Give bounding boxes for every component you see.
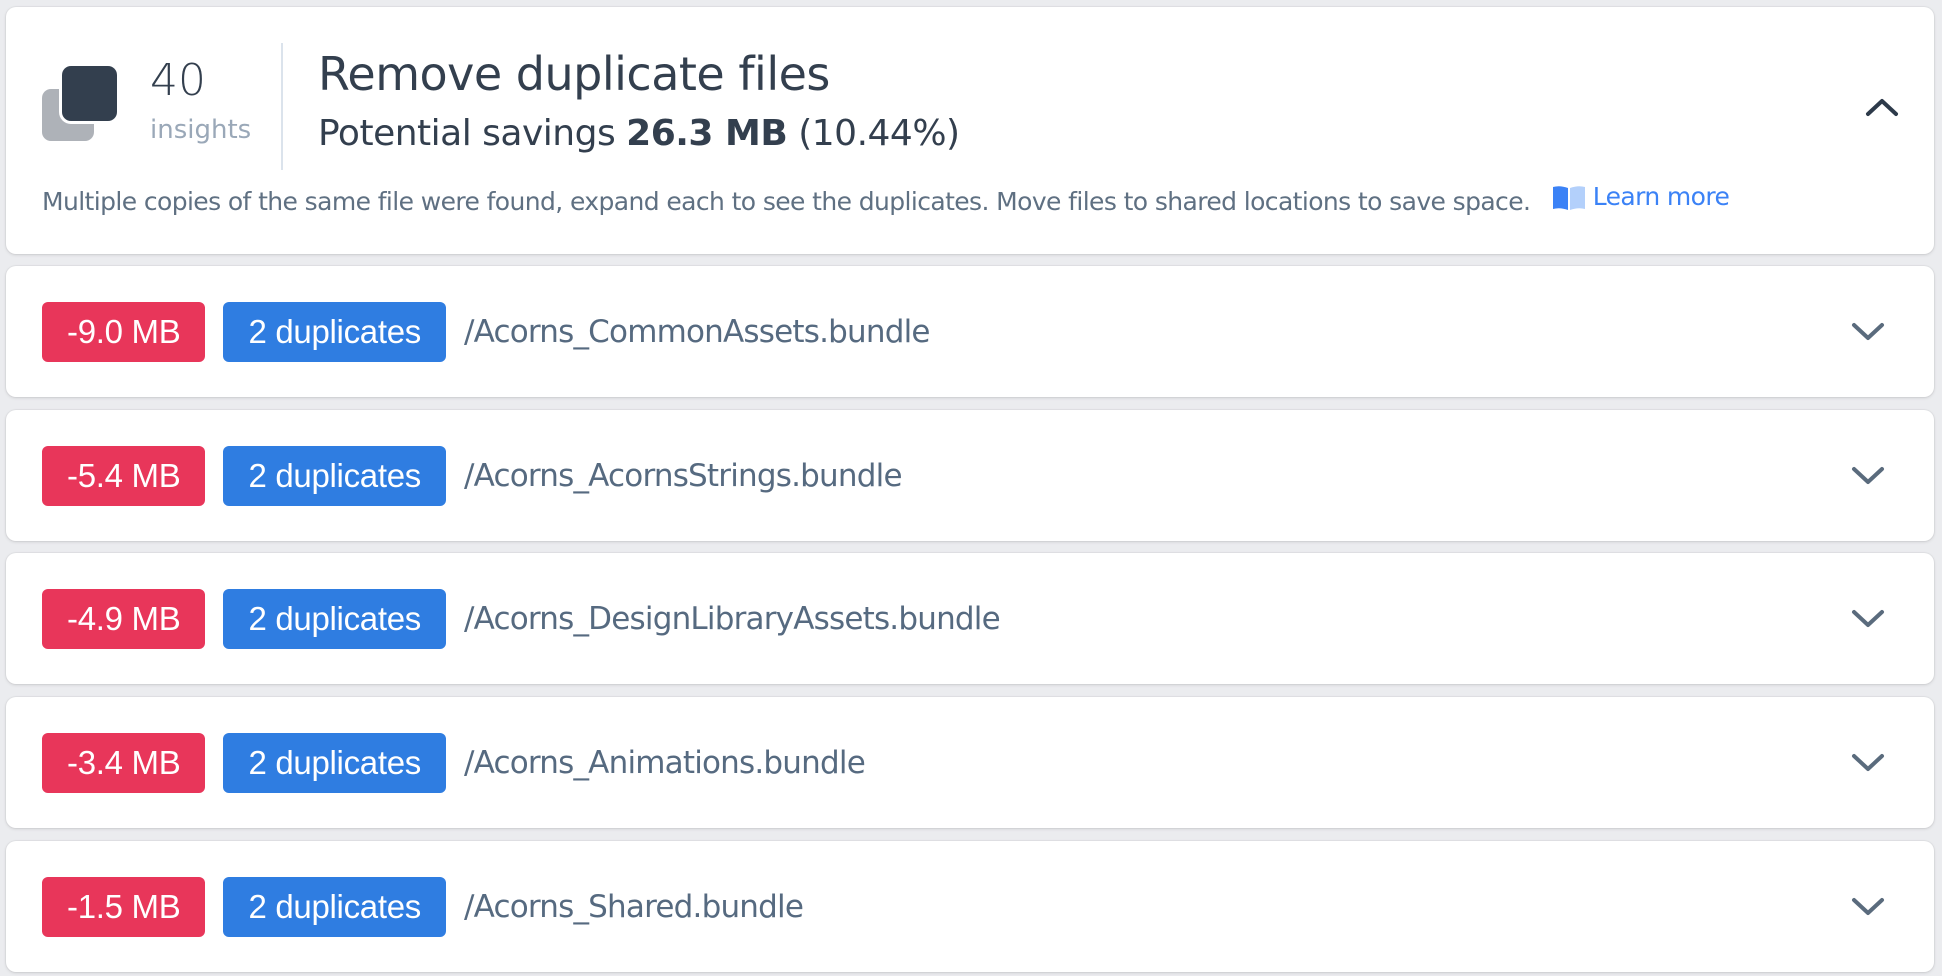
duplicates-badge[interactable]: 2 duplicates: [223, 446, 446, 506]
expand-button[interactable]: [1846, 310, 1890, 354]
chevron-down-icon: [1852, 323, 1884, 340]
file-path: /Acorns_CommonAssets.bundle: [463, 314, 931, 350]
potential-savings-amount: 26.3 MB: [626, 113, 788, 154]
file-path: /Acorns_Shared.bundle: [463, 889, 804, 925]
collapse-button[interactable]: [1860, 85, 1904, 129]
duplicate-files-icon-front: [62, 66, 117, 121]
file-path: /Acorns_Animations.bundle: [463, 745, 866, 781]
header-divider: [281, 43, 283, 170]
savings-badge: -9.0 MB: [42, 302, 206, 362]
insight-title: Remove duplicate files: [318, 47, 830, 101]
duplicate-row-content: -1.5 MB 2 duplicates /Acorns_Shared.bund…: [42, 877, 804, 937]
insight-description: Multiple copies of the same file were fo…: [42, 182, 1730, 217]
learn-more-label: Learn more: [1592, 182, 1730, 211]
duplicate-row[interactable]: -3.4 MB 2 duplicates /Acorns_Animations.…: [6, 697, 1934, 828]
chevron-down-icon: [1852, 898, 1884, 915]
duplicate-files-icon: [42, 66, 118, 142]
duplicates-badge[interactable]: 2 duplicates: [223, 589, 446, 649]
savings-badge: -5.4 MB: [42, 446, 206, 506]
insight-count: 40: [150, 55, 206, 106]
duplicates-badge[interactable]: 2 duplicates: [223, 302, 446, 362]
duplicate-files-insight: 40 insights Remove duplicate files Poten…: [0, 0, 1942, 976]
savings-badge: -1.5 MB: [42, 877, 206, 937]
insight-count-label: insights: [150, 115, 252, 145]
file-path: /Acorns_AcornsStrings.bundle: [463, 458, 903, 494]
duplicate-row[interactable]: -1.5 MB 2 duplicates /Acorns_Shared.bund…: [6, 841, 1934, 972]
chevron-down-icon: [1852, 467, 1884, 484]
insight-header-card: 40 insights Remove duplicate files Poten…: [6, 7, 1934, 254]
duplicates-badge[interactable]: 2 duplicates: [223, 877, 446, 937]
file-path: /Acorns_DesignLibraryAssets.bundle: [463, 601, 1001, 637]
expand-button[interactable]: [1846, 597, 1890, 641]
duplicate-row-content: -3.4 MB 2 duplicates /Acorns_Animations.…: [42, 733, 866, 793]
potential-savings-percent: (10.44%): [798, 113, 960, 154]
potential-savings-label: Potential savings: [318, 113, 616, 154]
duplicates-badge[interactable]: 2 duplicates: [223, 733, 446, 793]
learn-more-link[interactable]: Learn more: [1552, 182, 1730, 212]
duplicate-row[interactable]: -4.9 MB 2 duplicates /Acorns_DesignLibra…: [6, 553, 1934, 684]
savings-badge: -4.9 MB: [42, 589, 206, 649]
duplicate-row-content: -4.9 MB 2 duplicates /Acorns_DesignLibra…: [42, 589, 1001, 649]
chevron-down-icon: [1852, 610, 1884, 627]
chevron-down-icon: [1852, 754, 1884, 771]
expand-button[interactable]: [1846, 741, 1890, 785]
expand-button[interactable]: [1846, 454, 1890, 498]
duplicate-row-content: -9.0 MB 2 duplicates /Acorns_CommonAsset…: [42, 302, 930, 362]
duplicate-row-content: -5.4 MB 2 duplicates /Acorns_AcornsStrin…: [42, 446, 903, 506]
potential-savings: Potential savings 26.3 MB (10.44%): [318, 114, 960, 154]
expand-button[interactable]: [1846, 885, 1890, 929]
duplicate-row[interactable]: -9.0 MB 2 duplicates /Acorns_CommonAsset…: [6, 266, 1934, 397]
savings-badge: -3.4 MB: [42, 733, 206, 793]
book-icon: [1552, 186, 1585, 210]
chevron-up-icon: [1866, 99, 1898, 116]
duplicate-row[interactable]: -5.4 MB 2 duplicates /Acorns_AcornsStrin…: [6, 410, 1934, 541]
insight-description-text: Multiple copies of the same file were fo…: [42, 187, 1531, 216]
